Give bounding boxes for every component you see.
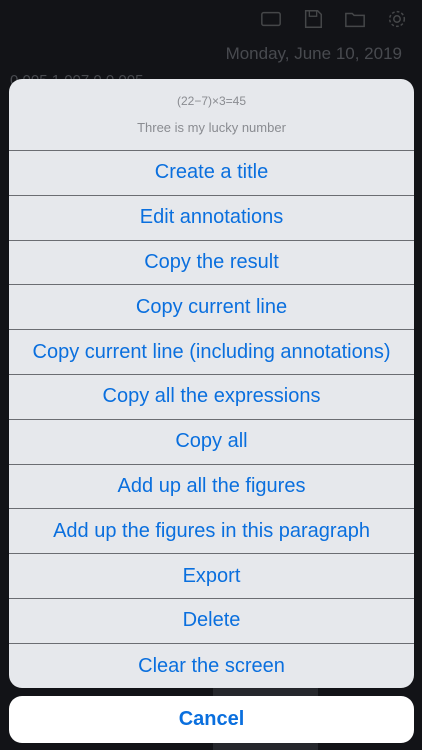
- sheet-expression: (22−7)×3=45: [176, 94, 247, 108]
- export-button[interactable]: Export: [9, 554, 414, 599]
- copy-all-expressions-button[interactable]: Copy all the expressions: [9, 375, 414, 420]
- copy-current-line-annotations-button[interactable]: Copy current line (including annotations…: [9, 330, 414, 375]
- copy-current-line-button[interactable]: Copy current line: [9, 285, 414, 331]
- copy-all-button[interactable]: Copy all: [9, 420, 414, 465]
- add-up-all-figures-button[interactable]: Add up all the figures: [9, 465, 414, 510]
- edit-annotations-button[interactable]: Edit annotations: [9, 196, 414, 241]
- create-title-button[interactable]: Create a title: [9, 151, 414, 196]
- add-up-paragraph-figures-button[interactable]: Add up the figures in this paragraph: [9, 509, 414, 555]
- clear-screen-button[interactable]: Clear the screen: [9, 644, 414, 688]
- copy-result-button[interactable]: Copy the result: [9, 241, 414, 286]
- action-sheet-header: (22−7)×3=45 Three is my lucky number: [9, 79, 414, 151]
- cancel-button[interactable]: Cancel: [9, 696, 414, 743]
- sheet-annotation: Three is my lucky number: [137, 120, 286, 135]
- action-sheet: (22−7)×3=45 Three is my lucky number Cre…: [9, 79, 414, 688]
- delete-button[interactable]: Delete: [9, 599, 414, 644]
